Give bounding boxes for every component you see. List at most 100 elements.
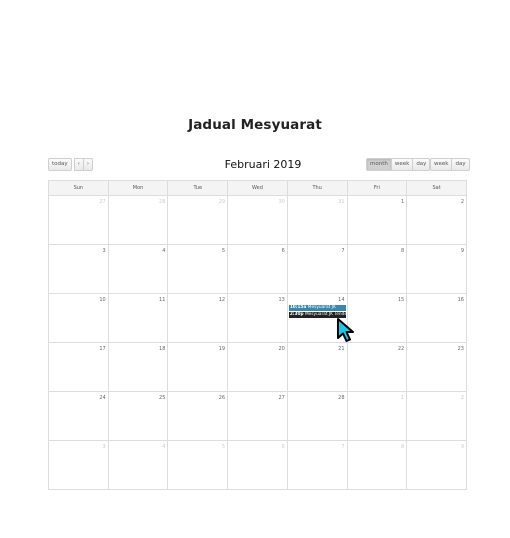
day-cell[interactable]: 25 [107,391,169,441]
day-cell[interactable]: 9 [406,244,467,294]
day-number: 1 [401,395,405,401]
weekday-header: Sun [48,180,109,196]
day-number: 18 [159,346,166,352]
day-cell[interactable]: 27 [48,195,109,245]
day-cell[interactable]: 2 [406,391,467,441]
day-number: 3 [102,248,106,254]
day-cell[interactable]: 20 [227,342,288,392]
day-number: 19 [218,346,226,352]
day-cell[interactable]: 6 [227,440,288,490]
day-number: 16 [457,297,464,303]
day-cell[interactable]: 6 [227,244,288,294]
day-cell[interactable]: 11 [107,293,169,343]
day-number: 7 [341,444,345,450]
day-cell[interactable]: 7 [286,244,348,294]
day-number: 2 [460,395,464,401]
view-button-group-1: month week day [366,158,431,171]
page-title: Jadual Mesyuarat [188,117,322,133]
event-title: Mesyuarat JK [307,305,336,310]
day-cell[interactable]: 30 [227,195,288,245]
day-cell[interactable]: 12 [167,293,229,343]
day-number: 9 [460,248,464,254]
weekday-header: Mon [107,180,169,196]
day-number: 11 [159,297,166,303]
day-number: 21 [338,346,345,352]
weekday-header: Tue [167,180,229,196]
day-cell[interactable]: 24 [48,391,109,441]
day-cell[interactable]: 28 [286,391,348,441]
day-number: 27 [278,395,285,401]
day-number: 5 [221,444,226,450]
day-number: 20 [278,346,285,352]
day-cell[interactable]: 16 [406,293,467,343]
view-week-button-2[interactable]: week [430,158,453,171]
day-number: 26 [218,395,226,401]
day-number: 6 [281,444,285,450]
day-cell[interactable]: 4 [107,244,169,294]
view-week-button[interactable]: week [390,158,414,171]
day-cell[interactable]: 22 [346,342,408,392]
day-number: 2 [460,199,464,205]
day-cell[interactable]: 2 [406,195,467,245]
week-row: 17 18 19 20 21 22 23 [48,342,467,392]
day-number: 7 [341,248,345,254]
day-cell[interactable]: 3 [48,440,109,490]
week-row: 24 25 26 27 28 1 2 [48,391,467,441]
day-cell[interactable]: 1 [346,391,408,441]
day-cell[interactable]: 8 [346,440,408,490]
day-number: 9 [460,444,464,450]
calendar-toolbar: today ‹ › Februari 2019 month week day w… [48,158,470,172]
event-time: 2:30p [289,312,304,317]
day-number: 28 [159,199,166,205]
weekday-header-row: Sun Mon Tue Wed Thu Fri Sat [48,180,467,196]
week-row: 27 28 29 30 31 1 2 [48,195,467,245]
day-cell[interactable]: 18 [107,342,169,392]
day-number: 8 [401,248,405,254]
day-number: 28 [338,395,345,401]
day-cell[interactable]: 23 [406,342,467,392]
weekday-header: Thu [286,180,348,196]
day-cell[interactable]: 31 [286,195,348,245]
day-number: 29 [218,199,226,205]
day-cell[interactable]: 19 [167,342,229,392]
day-cell[interactable]: 28 [107,195,169,245]
day-cell[interactable]: 5 [167,440,229,490]
weekday-header: Sat [406,180,467,196]
day-cell[interactable]: 26 [167,391,229,441]
day-number: 17 [99,346,106,352]
day-number: 24 [99,395,106,401]
day-number: 4 [162,248,166,254]
day-cell[interactable]: 29 [167,195,229,245]
day-number: 22 [397,346,405,352]
day-cell[interactable]: 21 [286,342,348,392]
day-cell[interactable]: 13 [227,293,288,343]
day-cell[interactable]: 7 [286,440,348,490]
day-number: 3 [102,444,106,450]
day-number: 25 [159,395,166,401]
day-cell[interactable]: 27 [227,391,288,441]
day-cell[interactable]: 5 [167,244,229,294]
view-button-group-2: week day [430,158,470,171]
calendar-event[interactable]: 10:15a Mesyuarat JK [288,305,346,311]
day-number: 4 [162,444,166,450]
day-cell[interactable]: 3 [48,244,109,294]
day-cell[interactable]: 10 [48,293,109,343]
week-row: 3 4 5 6 7 8 9 [48,244,467,294]
view-day-button-2[interactable]: day [451,158,470,171]
weekday-header: Wed [227,180,288,196]
day-cell[interactable]: 9 [406,440,467,490]
view-day-button[interactable]: day [412,158,431,171]
day-number: 31 [338,199,345,205]
day-cell[interactable]: 4 [107,440,169,490]
view-month-button[interactable]: month [366,158,392,171]
day-cell[interactable]: 8 [346,244,408,294]
month-calendar-grid: Sun Mon Tue Wed Thu Fri Sat 27 28 29 30 31 1 2… [48,180,467,490]
day-number: 15 [397,297,405,303]
day-number: 6 [281,248,285,254]
day-number: 10 [99,297,106,303]
day-cell[interactable]: 1 [346,195,408,245]
event-time: 10:15a [289,305,307,310]
day-number: 1 [401,199,405,205]
day-cell[interactable]: 17 [48,342,109,392]
day-number: 14 [338,297,345,303]
